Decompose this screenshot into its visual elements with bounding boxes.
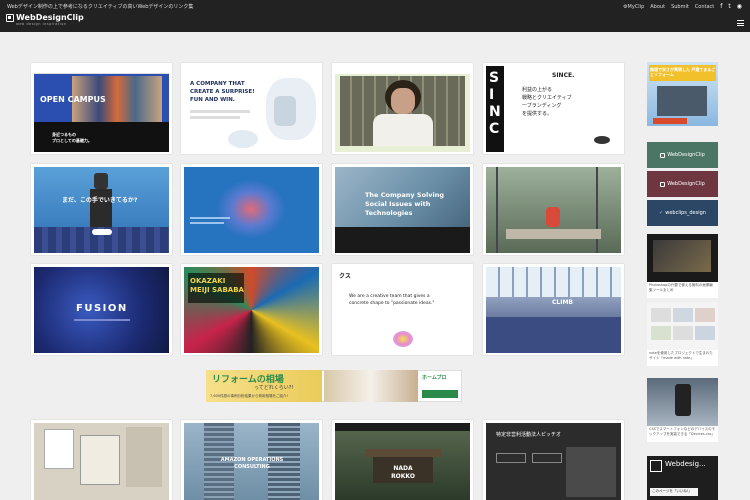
logo-subtitle: web design inspiration — [16, 22, 67, 26]
clip-thumbnail[interactable] — [34, 423, 169, 500]
article-thumbnail[interactable] — [647, 302, 718, 350]
sidebar-ad[interactable]: 無理で安さが実現した 戸建てまるごとリフォーム — [647, 62, 718, 126]
clip-title: CLIMB — [552, 299, 574, 306]
ad-brand: ホームプロ — [422, 375, 447, 381]
facebook-icon[interactable]: f — [720, 3, 722, 10]
site-logo[interactable]: WebDesignClip web design inspiration — [6, 13, 84, 27]
logo-icon — [6, 14, 14, 22]
clip-card[interactable]: OKAZAKI MEIJI SABABA — [181, 264, 322, 355]
clip-card[interactable]: OPEN CAMPUS 身近つるもの プロとしての基礎力。 — [31, 63, 172, 154]
contact-link[interactable]: Contact — [695, 4, 714, 10]
clip-thumbnail[interactable]: The Company Solving Social Issues with T… — [335, 167, 470, 253]
fb-page-title: Webdesig... — [665, 460, 706, 468]
clip-thumbnail[interactable]: クス We are a creative team that gives a c… — [335, 267, 470, 353]
clip-title: OKAZAKI MEIJI SABABA — [190, 277, 244, 294]
clip-card[interactable]: NADA ROKKO — [332, 420, 473, 500]
article-caption: CSSでスマートフォンなどのデバイスのモックアップを実装できる「Devices.… — [649, 427, 716, 436]
clip-title: SINCE. — [552, 72, 575, 79]
rss-icon[interactable]: ◉ — [737, 3, 742, 10]
sidebar-article[interactable]: noteを使用したプロジェクトで生まれたサイト「made with note」 — [647, 302, 718, 366]
clip-card[interactable]: FUSION — [31, 264, 172, 355]
article-thumbnail[interactable] — [647, 234, 718, 282]
clip-card[interactable] — [31, 420, 172, 500]
clip-title: The Company Solving Social Issues with T… — [365, 191, 445, 217]
follow-button-1[interactable]: WebDesignClip — [647, 142, 718, 168]
clip-title: AMAZON OPERATIONS CONSULTING — [220, 457, 284, 470]
clip-card[interactable]: まだ、この手でいきてるか? — [31, 164, 172, 255]
follow-button-2[interactable]: WebDesignClip — [647, 171, 718, 197]
clip-thumbnail[interactable]: FUSION — [34, 267, 169, 353]
clip-thumbnail[interactable]: S I N C SINCE. 利益の上がる 戦略とクリエイティブ ーブランディングを… — [486, 66, 621, 152]
logo-icon — [660, 181, 666, 187]
clip-card[interactable]: クス We are a creative team that gives a c… — [332, 264, 473, 355]
ad-subheadline: ってどれくらい?! — [254, 385, 294, 391]
clip-card[interactable] — [181, 164, 322, 255]
submit-link[interactable]: Submit — [671, 4, 689, 10]
ad-small-text: 7,600件超の事例分析結果から費用相場をご紹介! — [210, 394, 288, 398]
clip-thumbnail[interactable]: NADA ROKKO — [335, 423, 470, 500]
clip-card[interactable]: 特定非営利活動法人ピッチオ — [483, 420, 624, 500]
clip-thumbnail[interactable] — [184, 167, 319, 253]
about-link[interactable]: About — [650, 4, 665, 10]
sidebar-ad-text: 無理で安さが実現した 戸建てまるごとリフォーム — [650, 67, 716, 77]
clip-thumbnail[interactable] — [335, 66, 470, 152]
clip-title: A COMPANY THAT CREATE A SURPRISE! FUN AN… — [190, 81, 255, 103]
clip-title: OPEN CAMPUS — [40, 95, 106, 104]
clip-thumbnail[interactable]: OKAZAKI MEIJI SABABA — [184, 267, 319, 353]
clip-thumbnail[interactable]: CLIMB — [486, 267, 621, 353]
clip-title: NADA ROKKO — [391, 465, 415, 480]
clip-card[interactable]: AMAZON OPERATIONS CONSULTING — [181, 420, 322, 500]
site-tagline: Webデザイン制作の上で参考になるクリエイティブの高いWebデザインのリンク集 — [7, 4, 194, 10]
clip-thumbnail[interactable] — [486, 167, 621, 253]
clip-title: We are a creative team that gives a conc… — [349, 294, 435, 306]
clip-card[interactable]: The Company Solving Social Issues with T… — [332, 164, 473, 255]
logo-name: WebDesignClip — [16, 13, 84, 22]
clip-thumbnail[interactable]: 特定非営利活動法人ピッチオ — [486, 423, 621, 500]
clip-thumbnail[interactable]: AMAZON OPERATIONS CONSULTING — [184, 423, 319, 500]
clip-thumbnail[interactable]: まだ、この手でいきてるか? — [34, 167, 169, 253]
clip-card[interactable] — [483, 164, 624, 255]
ad-banner[interactable]: リフォームの相場 ってどれくらい?! 7,600件超の事例分析結果から費用相場を… — [206, 370, 462, 402]
clip-card[interactable]: CLIMB — [483, 264, 624, 355]
clip-thumbnail[interactable]: OPEN CAMPUS 身近つるもの プロとしての基礎力。 — [34, 66, 169, 152]
top-bar: Webデザイン制作の上で参考になるクリエイティブの高いWebデザインのリンク集 … — [0, 0, 750, 32]
clip-title: FUSION — [76, 303, 128, 314]
clip-card[interactable] — [332, 63, 473, 154]
logo-icon — [660, 152, 666, 158]
follow-button-3[interactable]: ✓ webclips_design — [647, 200, 718, 226]
hamburger-menu-icon[interactable] — [737, 20, 744, 26]
clip-thumbnail[interactable]: A COMPANY THAT CREATE A SURPRISE! FUN AN… — [184, 66, 319, 152]
clip-title: まだ、この手でいきてるか? — [62, 197, 138, 204]
sidebar-article[interactable]: Photoshopの代替で使える無料の画像編集ツールまとめ — [647, 234, 718, 298]
clip-card[interactable]: A COMPANY THAT CREATE A SURPRISE! FUN AN… — [181, 63, 322, 154]
clip-title: 特定非営利活動法人ピッチオ — [496, 432, 562, 438]
clip-card[interactable]: S I N C SINCE. 利益の上がる 戦略とクリエイティブ ーブランディングを… — [483, 63, 624, 154]
top-nav: ⚙MyClip About Submit Contact f t ◉ — [623, 3, 742, 10]
sidebar-article[interactable]: CSSでスマートフォンなどのデバイスのモックアップを実装できる「Devices.… — [647, 378, 718, 442]
fb-like-button[interactable]: このページを「いいね!」 — [650, 488, 698, 496]
article-caption: noteを使用したプロジェクトで生まれたサイト「made with note」 — [649, 351, 713, 360]
myclip-link[interactable]: ⚙MyClip — [623, 4, 644, 10]
twitter-icon[interactable]: t — [728, 3, 730, 10]
article-thumbnail[interactable] — [647, 378, 718, 426]
article-caption: Photoshopの代替で使える無料の画像編集ツールまとめ — [649, 283, 713, 292]
facebook-widget[interactable]: Webdesig... このページを「いいね!」 — [647, 456, 718, 500]
